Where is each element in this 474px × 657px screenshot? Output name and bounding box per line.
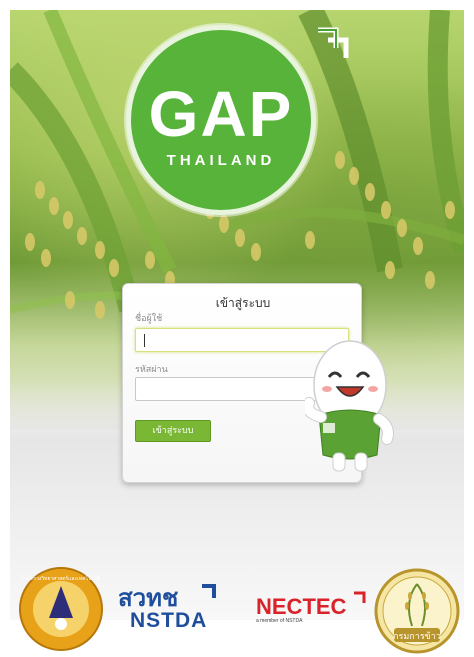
nstda-text: NSTDA — [130, 609, 208, 632]
rice-department-logo: กรมการข้าว — [374, 568, 460, 654]
login-button[interactable]: เข้าสู่ระบบ — [135, 420, 211, 442]
nectec-mark-icon — [354, 591, 366, 603]
logo-thailand-text: THAILAND — [166, 151, 276, 169]
logo-gap-text: GAP — [148, 77, 294, 150]
most-logo-text: กระทรวงวิทยาศาสตร์และเทคโนโลยี — [22, 575, 101, 582]
password-label: รหัสผ่าน — [135, 365, 168, 375]
gap-thailand-logo: GAP THAILAND — [126, 25, 316, 215]
rice-mascot-icon — [305, 340, 394, 472]
nstda-thai-text: สวทช — [118, 585, 179, 612]
ministry-science-logo: กระทรวงวิทยาศาสตร์และเทคโนโลยี — [19, 567, 103, 651]
text-caret — [144, 334, 145, 347]
nstda-logo: สวทช NSTDA — [118, 585, 208, 632]
rice-dept-text: กรมการข้าว — [393, 631, 441, 642]
username-label: ชื่อผู้ใช้ — [135, 314, 163, 324]
nstda-mark-icon — [202, 584, 216, 598]
partner-logos: กระทรวงวิทยาศาสตร์และเทคโนโลยี สวทช NSTD… — [0, 560, 474, 657]
login-screen: GAP THAILAND เข้าสู่ระบบ ชื่อผู้ใช้ รหัส… — [0, 0, 474, 657]
nectec-text: NECTEC — [256, 594, 347, 619]
nectec-logo: NECTEC a member of NSTDA — [256, 594, 347, 625]
logo-chevron-icon — [318, 27, 349, 58]
